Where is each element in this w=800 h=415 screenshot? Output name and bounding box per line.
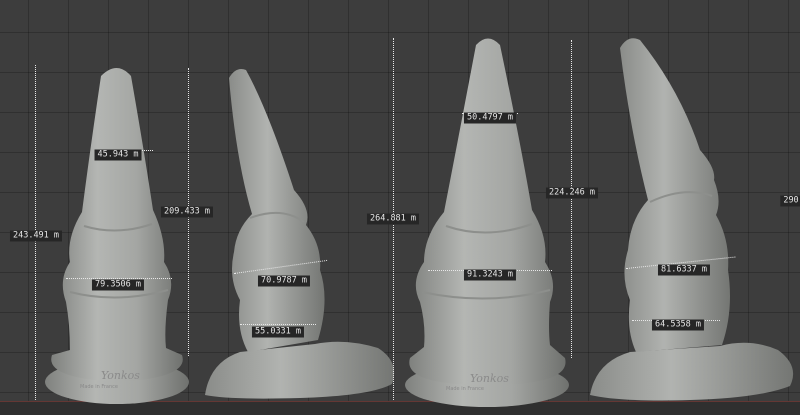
model-2-body: [229, 69, 325, 352]
model-4-mid-width-label: 81.6337 m: [657, 264, 711, 276]
model-1-front[interactable]: [45, 68, 189, 404]
model-3-made-in-stamp: Made in France: [446, 386, 484, 392]
model-3-mid-width-label: 91.3243 m: [463, 269, 517, 281]
model-2-mid-width-label: 70.9787 m: [257, 275, 311, 287]
model-1-height-label: 243.491 m: [9, 230, 63, 242]
model-4-body: [620, 38, 730, 352]
model-4-lower-width-label: 64.5358 m: [651, 319, 705, 331]
3d-viewport[interactable]: Yonkos Made in France Yonkos Made in Fra…: [0, 0, 800, 415]
model-2-lower-width-line: [240, 324, 316, 325]
model-1-made-in-stamp: Made in France: [80, 384, 118, 390]
model-3-body: [409, 38, 566, 385]
model-4-side[interactable]: [590, 38, 794, 401]
model-4-height-line: [571, 40, 572, 358]
models-layer: [45, 38, 794, 408]
model-1-body: [51, 68, 183, 382]
model-3-height-label: 264.881 m: [366, 213, 420, 225]
model-3-tip-width-label: 50.4797 m: [463, 112, 517, 124]
model-2-side[interactable]: [205, 69, 395, 399]
model-4-base: [590, 342, 794, 401]
model-1-mid-width-label: 79.3506 m: [91, 279, 145, 291]
model-1-brand-stamp: Yonkos: [101, 369, 140, 382]
model-2-height-label: 209.433 m: [160, 206, 214, 218]
model-1-tip-width-label: 45.943 m: [94, 149, 142, 161]
model-3-front[interactable]: [405, 38, 569, 408]
model-2-base: [205, 341, 395, 399]
model-5-height-label: 290: [780, 195, 800, 207]
model-2-lower-width-label: 55.0331 m: [251, 326, 305, 338]
model-3-brand-stamp: Yonkos: [470, 372, 509, 385]
model-4-height-label: 224.246 m: [545, 187, 599, 199]
